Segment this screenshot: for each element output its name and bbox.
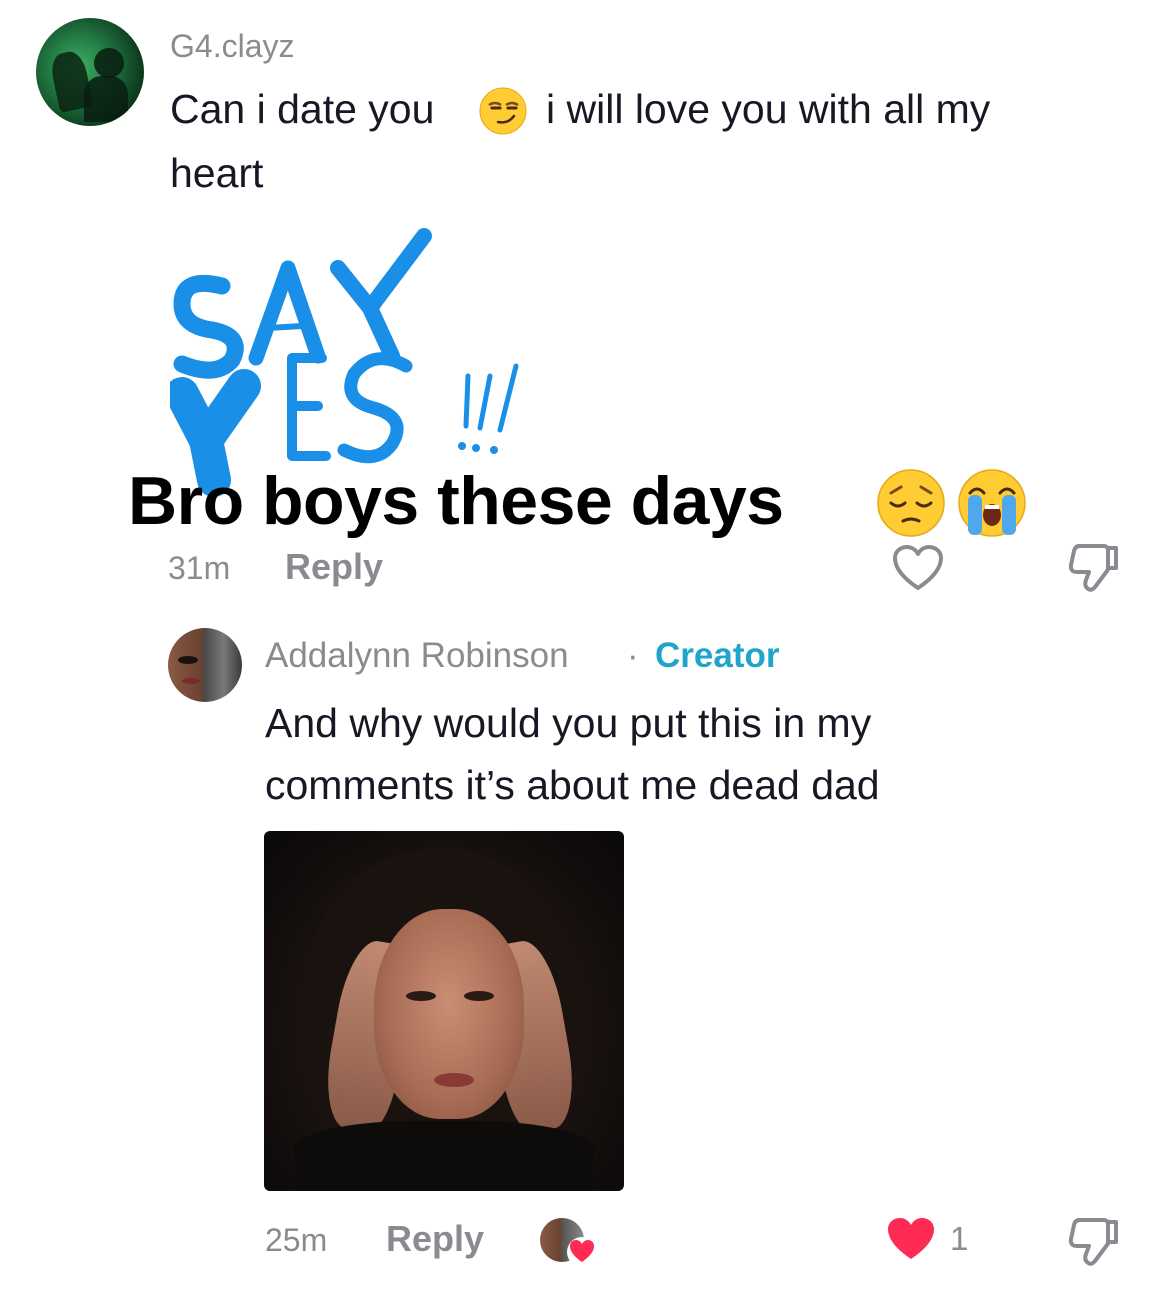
pensive-face-emoji-icon <box>877 469 945 537</box>
heart-outline-icon[interactable] <box>892 544 944 592</box>
loudly-crying-face-emoji-icon <box>958 469 1026 537</box>
comment-text-line2: heart <box>170 150 264 196</box>
reply-reply-button[interactable]: Reply <box>386 1218 484 1260</box>
reply-username[interactable]: Addalynn Robinson <box>265 636 569 676</box>
thumbs-down-icon[interactable] <box>1064 540 1122 596</box>
comment-text-part1: Can i date you <box>170 86 435 132</box>
reply-text-line1: And why would you put this in my <box>265 700 872 746</box>
liked-by-creator-heart-icon <box>567 1237 597 1267</box>
creator-avatar[interactable] <box>168 628 242 702</box>
overlay-caption: Bro boys these days <box>128 463 784 539</box>
like-count: 1 <box>950 1220 969 1257</box>
heart-filled-icon[interactable] <box>886 1216 936 1262</box>
comment-timestamp: 31m <box>168 550 231 586</box>
comment-reply-button[interactable]: Reply <box>285 546 383 588</box>
reply-text-line2: comments it’s about me dead dad <box>265 762 880 808</box>
smirking-face-emoji-icon <box>479 87 527 135</box>
comment-text-part2: i will love you with all my <box>546 86 991 132</box>
commenter-username[interactable]: G4.clayz <box>170 28 294 65</box>
reply-image-attachment[interactable] <box>264 831 624 1191</box>
commenter-avatar[interactable] <box>36 18 144 126</box>
thumbs-down-icon[interactable] <box>1064 1214 1122 1270</box>
separator-dot: · <box>627 636 639 675</box>
creator-badge: Creator <box>655 636 780 675</box>
reply-timestamp: 25m <box>265 1222 328 1258</box>
